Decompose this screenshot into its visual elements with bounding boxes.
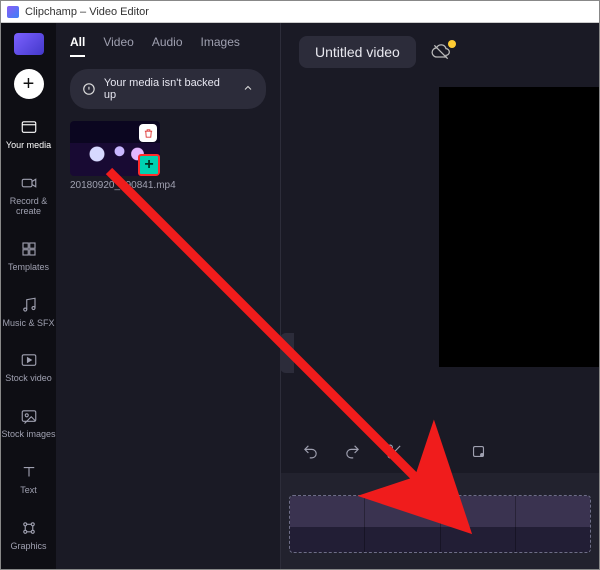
templates-icon (19, 239, 39, 259)
info-icon (82, 82, 96, 96)
timeline-segment (441, 496, 516, 552)
add-media-button[interactable]: + (14, 69, 44, 99)
sidebar-item-label: Record & create (10, 197, 48, 217)
clip-thumbnail[interactable]: + (70, 121, 160, 176)
sidebar-item-stock-video[interactable]: Stock video (1, 346, 56, 388)
sidebar-item-record-create[interactable]: Record & create (1, 169, 56, 221)
undo-button[interactable] (299, 440, 321, 462)
notification-dot (448, 40, 456, 48)
sidebar-item-your-media[interactable]: Your media (1, 113, 56, 155)
chevron-up-icon (242, 82, 254, 97)
redo-button[interactable] (341, 440, 363, 462)
collapse-panel-button[interactable] (280, 333, 294, 373)
cloud-sync-button[interactable] (430, 42, 452, 62)
sidebar-item-stock-images[interactable]: Stock images (1, 402, 56, 444)
sidebar-item-music-sfx[interactable]: Music & SFX (1, 291, 56, 333)
crop-button[interactable] (467, 440, 489, 462)
camera-icon (19, 173, 39, 193)
clipchamp-logo (14, 33, 44, 55)
stage-area: Untitled video (281, 23, 599, 569)
media-clip: + 20180920_190841.mp4 (70, 121, 160, 191)
split-button[interactable] (383, 440, 405, 462)
backup-notice-text: Your media isn't backed up (104, 77, 234, 101)
your-media-icon (19, 117, 39, 137)
trash-icon (143, 128, 154, 139)
sidebar-item-label: Templates (8, 263, 49, 273)
delete-button[interactable] (425, 440, 447, 462)
window-titlebar: Clipchamp – Video Editor (1, 1, 599, 23)
timeline (281, 473, 599, 569)
sidebar-item-templates[interactable]: Templates (1, 235, 56, 277)
graphics-icon (19, 518, 39, 538)
clip-filename: 20180920_190841.mp4 (70, 180, 160, 191)
music-icon (19, 295, 39, 315)
sidebar-item-label: Stock images (1, 430, 55, 440)
sidebar-item-label: Music & SFX (2, 319, 54, 329)
app-icon (7, 6, 19, 18)
video-preview[interactable] (439, 87, 599, 367)
tab-video[interactable]: Video (103, 35, 133, 57)
text-icon (19, 462, 39, 482)
timeline-segment (290, 496, 365, 552)
sidebar-item-label: Graphics (10, 542, 46, 552)
timeline-toolbar (281, 429, 599, 473)
sidebar-item-text[interactable]: Text (1, 458, 56, 500)
preview-area (281, 81, 599, 429)
tab-all[interactable]: All (70, 35, 85, 57)
window-title: Clipchamp – Video Editor (25, 6, 149, 18)
left-rail: + Your media Record & create Templates (1, 23, 56, 569)
project-title-input[interactable]: Untitled video (299, 36, 416, 68)
media-panel: All Video Audio Images Your media isn't … (56, 23, 281, 569)
stock-video-icon (19, 350, 39, 370)
tab-audio[interactable]: Audio (152, 35, 183, 57)
timeline-dropzone[interactable] (289, 495, 591, 553)
sidebar-item-graphics[interactable]: Graphics (1, 514, 56, 556)
stock-images-icon (19, 406, 39, 426)
media-grid: + 20180920_190841.mp4 (70, 121, 266, 191)
sidebar-item-label: Stock video (5, 374, 52, 384)
timeline-segment (516, 496, 590, 552)
add-to-timeline-button[interactable]: + (138, 154, 160, 176)
tab-images[interactable]: Images (201, 35, 240, 57)
sidebar-item-label: Text (20, 486, 37, 496)
sidebar-item-label: Your media (6, 141, 51, 151)
stage-header: Untitled video (281, 23, 599, 81)
media-tabs: All Video Audio Images (70, 35, 266, 57)
backup-notice[interactable]: Your media isn't backed up (70, 69, 266, 109)
delete-clip-button[interactable] (139, 124, 157, 142)
timeline-segment (365, 496, 440, 552)
